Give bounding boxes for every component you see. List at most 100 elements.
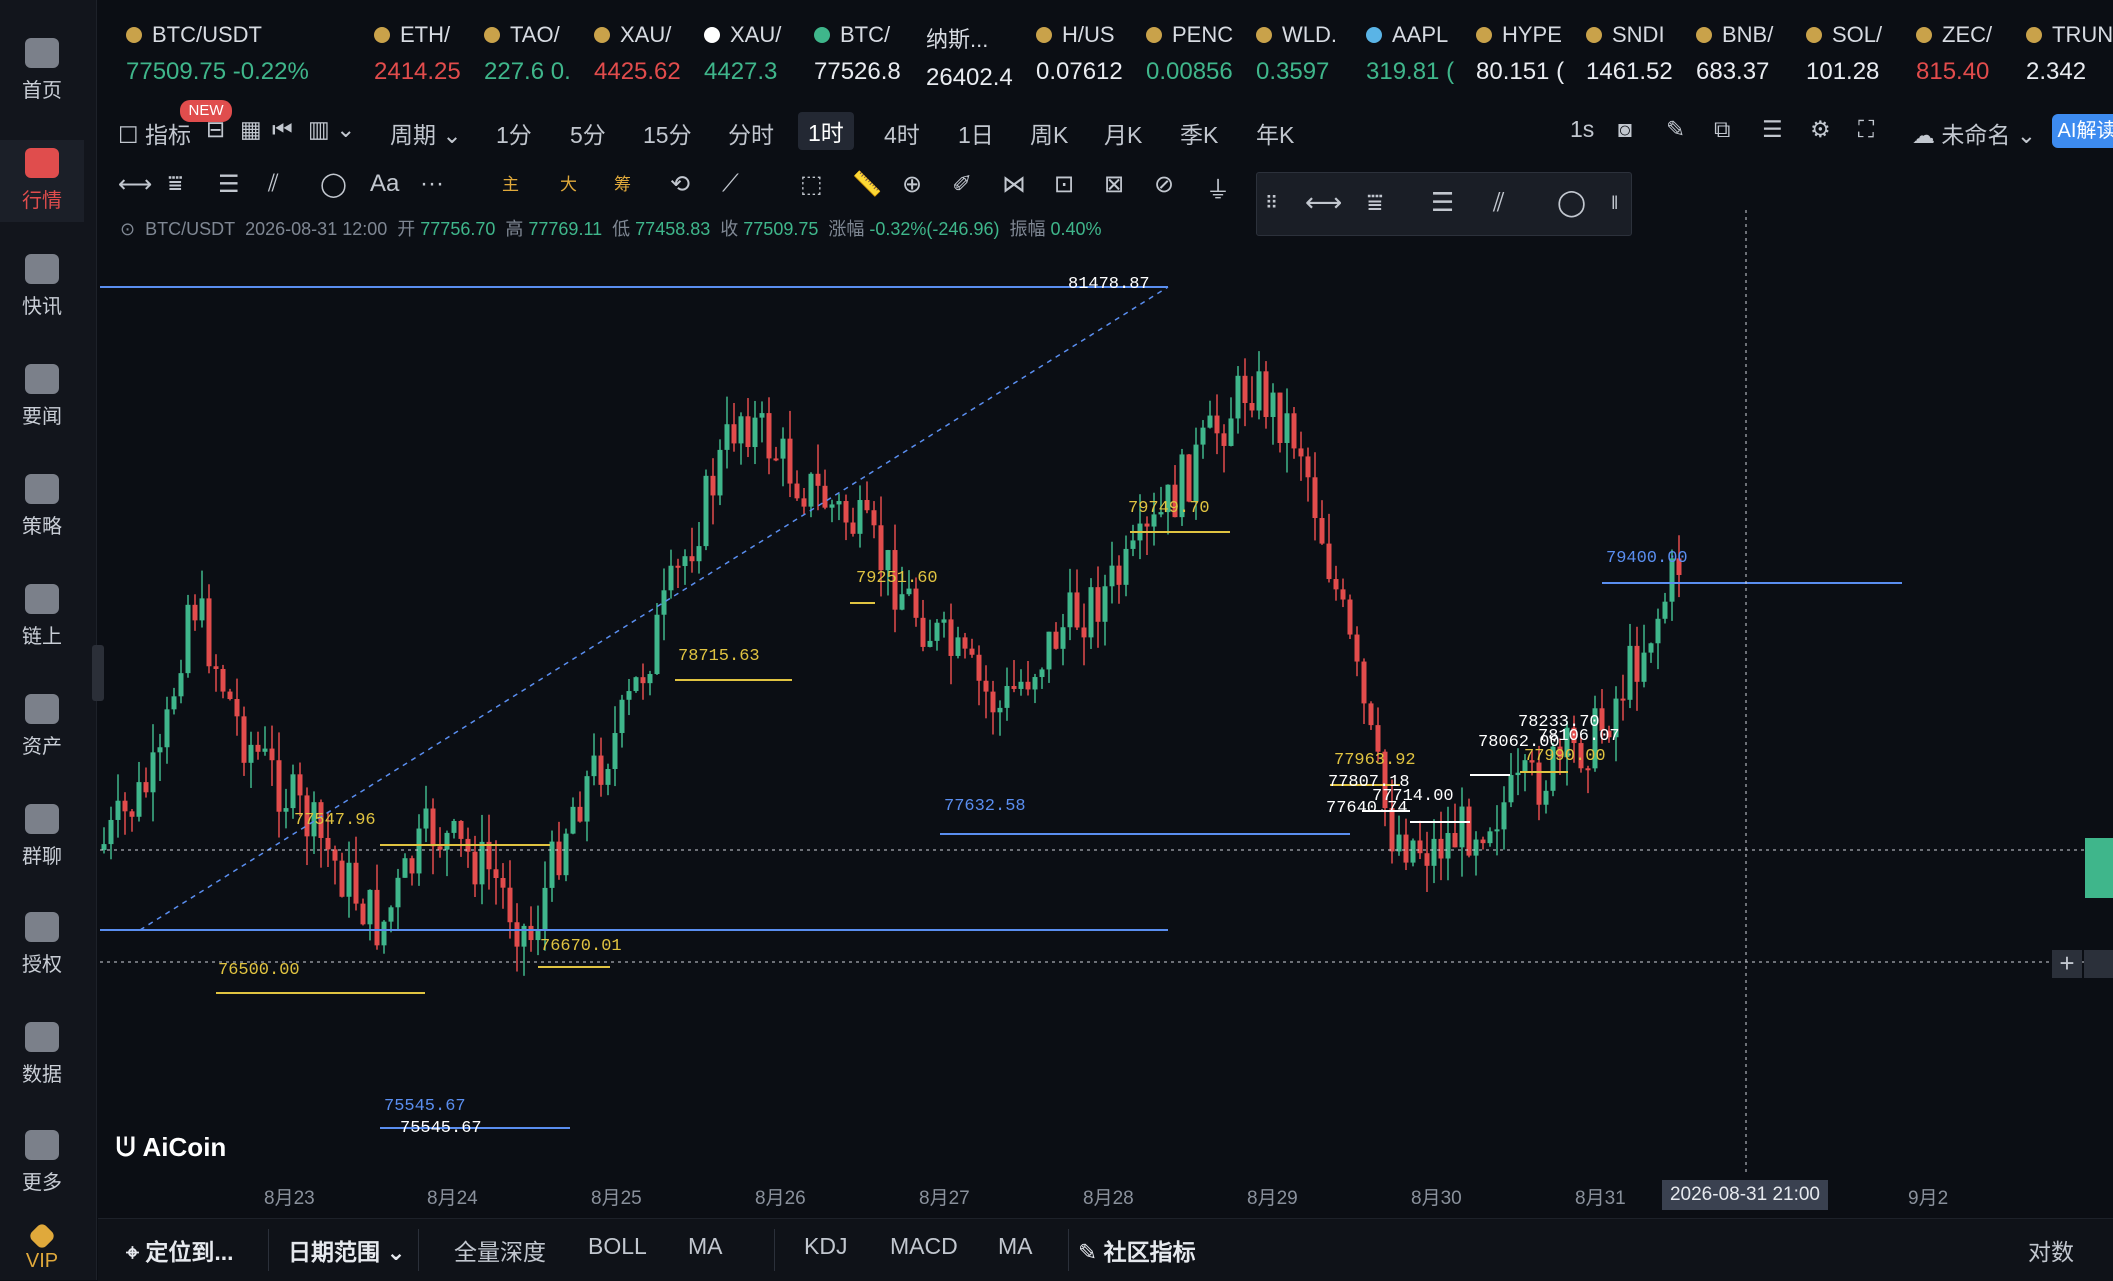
price-annotation-label[interactable]: 75545.67 bbox=[400, 1119, 482, 1138]
sidebar-item-authorize[interactable]: 授权 bbox=[0, 912, 84, 977]
chart-type-icon[interactable]: ▥ ⌄ bbox=[308, 116, 355, 143]
price-annotation-label[interactable]: 78715.63 bbox=[678, 647, 760, 666]
fullscreen-icon[interactable]: ⛶ bbox=[1858, 116, 1874, 143]
sidebar-item-strategy[interactable]: 策略 bbox=[0, 474, 84, 539]
refresh-rate[interactable]: 1s bbox=[1570, 116, 1594, 143]
edit-layer-icon[interactable]: ⊠ bbox=[1104, 170, 1124, 199]
auto-draw-icon[interactable]: ⟲ bbox=[670, 170, 690, 199]
window-icon[interactable]: ⧉ bbox=[1714, 116, 1730, 143]
more-tools-icon[interactable]: ··· bbox=[420, 170, 444, 198]
settings-icon[interactable]: ⚙ bbox=[1810, 116, 1831, 143]
grid-layout-icon[interactable]: ▦ bbox=[240, 116, 262, 143]
ai-interpret-button[interactable]: AI解读 bbox=[2052, 114, 2113, 148]
trend-analysis-icon[interactable]: ⟋ bbox=[722, 170, 739, 198]
lock-icon[interactable]: ⊡ bbox=[1054, 170, 1074, 199]
price-annotation-label[interactable]: 75545.67 bbox=[384, 1097, 466, 1116]
hide-icon[interactable]: ⊘ bbox=[1154, 170, 1174, 199]
layout-icon[interactable]: ⊟ bbox=[206, 116, 225, 143]
ticker-item[interactable]: SNDI 1461.52 bbox=[1586, 22, 1673, 92]
ticker-item[interactable]: BNB/683.37 bbox=[1696, 22, 1773, 92]
main-force-tool[interactable]: 主 bbox=[502, 170, 519, 195]
price-line-icon[interactable]: ⩸ bbox=[168, 170, 183, 198]
ruler-icon[interactable]: 📏 bbox=[852, 170, 882, 199]
sidebar-item-onchain[interactable]: 链上 bbox=[0, 584, 84, 649]
interval-15m[interactable]: 15分 bbox=[643, 116, 692, 150]
period-dropdown[interactable]: 周期 ⌄ bbox=[390, 116, 462, 150]
interval-1h[interactable]: 1时 bbox=[798, 112, 854, 150]
sidebar-item-data[interactable]: 数据 bbox=[0, 1022, 84, 1087]
add-alert-button[interactable]: + bbox=[2052, 950, 2082, 978]
indicator-full-depth[interactable]: 全量深度 bbox=[454, 1233, 546, 1267]
sidebar-item-more[interactable]: 更多 bbox=[0, 1130, 84, 1195]
locate-button[interactable]: ⌖ 定位到... bbox=[126, 1233, 234, 1267]
layout-name-dropdown[interactable]: ☁ 未命名 ⌄ bbox=[1912, 116, 2036, 150]
sidebar-item-market[interactable]: 行情 bbox=[0, 140, 84, 222]
chip-tool[interactable]: 筹 bbox=[614, 170, 631, 195]
sidebar-item-chat[interactable]: 群聊 bbox=[0, 804, 84, 869]
interval-month[interactable]: 月K bbox=[1104, 116, 1142, 150]
interval-1m[interactable]: 1分 bbox=[496, 116, 532, 150]
interval-quarter[interactable]: 季K bbox=[1180, 116, 1218, 150]
sidebar-item-assets[interactable]: 资产 bbox=[0, 694, 84, 759]
sidebar-item-home[interactable]: 首页 bbox=[0, 38, 84, 103]
indicator-ma-sub[interactable]: MA bbox=[998, 1233, 1033, 1260]
price-annotation-label[interactable]: 77990.00 bbox=[1524, 747, 1606, 766]
interval-1d[interactable]: 1日 bbox=[958, 116, 994, 150]
indicator-kdj[interactable]: KDJ bbox=[804, 1233, 847, 1260]
price-annotation-label[interactable]: 79400.00 bbox=[1606, 549, 1688, 568]
eraser-icon[interactable]: ✐ bbox=[952, 170, 972, 199]
text-tool-icon[interactable]: Aa bbox=[370, 170, 399, 198]
indicator-macd[interactable]: MACD bbox=[890, 1233, 958, 1260]
ticker-item[interactable]: SOL/101.28 bbox=[1806, 22, 1882, 92]
date-range-dropdown[interactable]: 日期范围 ⌄ bbox=[288, 1233, 406, 1267]
sidebar-item-news[interactable]: 要闻 bbox=[0, 364, 84, 429]
big-order-tool[interactable]: 大 bbox=[560, 170, 577, 195]
sidebar-item-flash[interactable]: 快讯 bbox=[0, 254, 84, 319]
interval-year[interactable]: 年K bbox=[1256, 116, 1294, 150]
interval-5m[interactable]: 5分 bbox=[570, 116, 606, 150]
ticker-item[interactable]: AAPL 319.81 ( bbox=[1366, 22, 1454, 92]
candlestick-chart[interactable]: 81478.87 79749.70 79400.00 79251.60 78715.63… bbox=[100, 210, 2113, 1175]
pencil-icon[interactable]: ✎ bbox=[1666, 116, 1685, 143]
zoom-icon[interactable]: ⊕ bbox=[902, 170, 922, 199]
filter-icon[interactable]: ⏚ bbox=[1206, 170, 1230, 205]
ticker-item[interactable]: 纳斯... 26402.4 bbox=[926, 22, 1013, 92]
select-icon[interactable]: ⬚ bbox=[800, 170, 823, 199]
ticker-item[interactable]: ZEC/815.40 bbox=[1916, 22, 1992, 92]
magnet-icon[interactable]: ⋈ bbox=[1002, 170, 1026, 199]
community-indicators-button[interactable]: ✎ 社区指标 bbox=[1078, 1233, 1196, 1267]
interval-week[interactable]: 周K bbox=[1030, 116, 1068, 150]
price-annotation-label[interactable]: 77640.74 bbox=[1326, 799, 1408, 818]
price-annotation-label[interactable]: 81478.87 bbox=[1068, 275, 1150, 294]
ticker-item[interactable]: TRUN 2.342 bbox=[2026, 22, 2113, 92]
list-icon[interactable]: ☰ bbox=[1762, 116, 1783, 143]
price-annotation-label[interactable]: 77632.58 bbox=[944, 797, 1026, 816]
ticker-item[interactable]: BTC/USDT 77509.75 -0.22% bbox=[126, 22, 309, 92]
indicator-button[interactable]: ☐ 指标 bbox=[118, 116, 191, 150]
interval-4h[interactable]: 4时 bbox=[884, 116, 920, 150]
channel-icon[interactable]: ⫽ bbox=[268, 170, 279, 198]
ticker-item[interactable]: TAO/227.6 0. bbox=[484, 22, 571, 92]
ticker-item[interactable]: PENC 0.00856 bbox=[1146, 22, 1233, 92]
replay-icon[interactable]: ⏮ bbox=[272, 116, 293, 143]
ticker-item[interactable]: HYPE 80.151 ( bbox=[1476, 22, 1564, 92]
price-annotation-label[interactable]: 76670.01 bbox=[540, 937, 622, 956]
parallel-lines-icon[interactable]: ☰ bbox=[218, 170, 240, 199]
ticker-item[interactable]: H/US 0.07612 bbox=[1036, 22, 1123, 92]
price-annotation-label[interactable]: 77963.92 bbox=[1334, 751, 1416, 770]
ticker-item[interactable]: BTC/77526.8 bbox=[814, 22, 901, 92]
ticker-item[interactable]: ETH/2414.25 bbox=[374, 22, 461, 92]
price-annotation-label[interactable]: 79749.70 bbox=[1128, 499, 1210, 518]
price-annotation-label[interactable]: 76500.00 bbox=[218, 961, 300, 980]
ticker-item[interactable]: XAU/4425.62 bbox=[594, 22, 681, 92]
horizontal-segment-icon[interactable]: ⟷ bbox=[118, 170, 152, 199]
ticker-item[interactable]: WLD. 0.3597 bbox=[1256, 22, 1337, 92]
indicator-ma[interactable]: MA bbox=[688, 1233, 723, 1260]
interval-timeline[interactable]: 分时 bbox=[728, 116, 774, 150]
log-scale-toggle[interactable]: 对数 bbox=[2028, 1233, 2074, 1267]
sidebar-item-vip[interactable]: VIP bbox=[0, 1221, 84, 1273]
ellipse-icon[interactable]: ◯ bbox=[320, 170, 347, 199]
indicator-boll[interactable]: BOLL bbox=[588, 1233, 647, 1260]
price-annotation-label[interactable]: 77547.96 bbox=[294, 811, 376, 830]
price-annotation-label[interactable]: 79251.60 bbox=[856, 569, 938, 588]
